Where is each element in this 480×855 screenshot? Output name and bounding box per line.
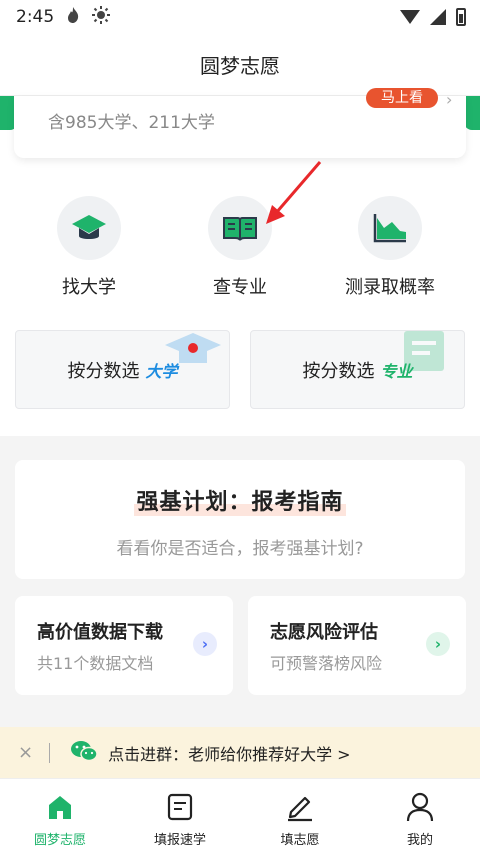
- score-select-university-card[interactable]: 按分数选 大学: [15, 330, 230, 409]
- feature-title: 志愿风险评估: [270, 622, 378, 643]
- document-icon: [164, 791, 196, 823]
- score-card-accent: 大学: [145, 361, 178, 381]
- close-icon[interactable]: ×: [18, 742, 33, 763]
- risk-assessment-card[interactable]: 志愿风险评估 可预警落榜风险 ›: [248, 596, 466, 695]
- qiangji-title: 强基计划：报考指南: [134, 484, 346, 516]
- status-bar: 2:45: [0, 0, 480, 34]
- qiangji-guide-card[interactable]: 强基计划：报考指南 看看你是否适合，报考强基计划?: [15, 460, 465, 579]
- banner-edge-right: [464, 96, 480, 130]
- status-time: 2:45: [16, 7, 55, 27]
- nav-label: 圆梦志愿: [33, 833, 86, 848]
- summary-card[interactable]: 含985大学、211大学 马上看 ›: [14, 88, 466, 158]
- score-select-major-card[interactable]: 按分数选 专业: [250, 330, 465, 409]
- user-icon: [404, 791, 436, 823]
- area-chart-icon: [358, 196, 422, 260]
- notification-dot: [188, 343, 198, 353]
- quick-label: 找大学: [62, 277, 116, 298]
- banner-text: 点击进群：老师给你推荐好大学 >: [108, 744, 351, 764]
- chevron-right-icon: ›: [446, 90, 453, 109]
- nav-home[interactable]: 圆梦志愿: [0, 779, 120, 855]
- join-group-banner[interactable]: × 点击进群：老师给你推荐好大学 >: [0, 727, 480, 778]
- qiangji-desc: 看看你是否适合，报考强基计划?: [116, 539, 364, 559]
- score-card-prefix: 按分数选: [302, 360, 375, 382]
- quick-admission-probability[interactable]: 测录取概率: [320, 196, 460, 299]
- quick-search-major[interactable]: 查专业: [170, 196, 310, 299]
- signal-icon: [430, 9, 446, 25]
- summary-subtitle: 含985大学、211大学: [48, 113, 215, 133]
- quick-label: 测录取概率: [345, 277, 435, 298]
- nav-label: 我的: [406, 833, 433, 848]
- brightness-icon: [92, 6, 111, 28]
- feature-title: 高价值数据下载: [37, 622, 163, 643]
- flame-icon: [66, 6, 80, 28]
- quick-find-university[interactable]: 找大学: [19, 196, 159, 299]
- battery-icon: [456, 8, 466, 26]
- wifi-icon: [400, 10, 420, 24]
- divider: [49, 742, 51, 763]
- feature-desc: 共11个数据文档: [37, 654, 154, 673]
- feature-desc: 可预警落榜风险: [270, 654, 383, 673]
- nav-mine[interactable]: 我的: [360, 779, 480, 855]
- home-icon: [44, 791, 76, 823]
- chevron-right-icon: ›: [193, 632, 217, 656]
- chevron-right-icon: ›: [426, 632, 450, 656]
- wechat-icon: [70, 739, 98, 767]
- pen-icon: [284, 791, 316, 823]
- open-book-icon: [208, 196, 272, 260]
- nav-quick-learn[interactable]: 填报速学: [120, 779, 240, 855]
- score-card-accent: 专业: [380, 361, 413, 381]
- page-title: 圆梦志愿: [200, 54, 280, 78]
- score-card-prefix: 按分数选: [67, 360, 140, 382]
- nav-label: 填报速学: [153, 833, 206, 848]
- top-section: 含985大学、211大学 马上看 › 找大学 查专业 测录取概率 按分数选 大学…: [0, 88, 480, 436]
- nav-label: 填志愿: [280, 833, 320, 848]
- nav-fill-application[interactable]: 填志愿: [240, 779, 360, 855]
- data-download-card[interactable]: 高价值数据下载 共11个数据文档 ›: [15, 596, 233, 695]
- quick-label: 查专业: [213, 277, 267, 298]
- lower-section: 强基计划：报考指南 看看你是否适合，报考强基计划? 高价值数据下载 共11个数据…: [0, 436, 480, 726]
- graduation-cap-icon: [57, 196, 121, 260]
- view-now-badge[interactable]: 马上看: [366, 88, 438, 108]
- bottom-nav: 圆梦志愿 填报速学 填志愿 我的: [0, 778, 480, 855]
